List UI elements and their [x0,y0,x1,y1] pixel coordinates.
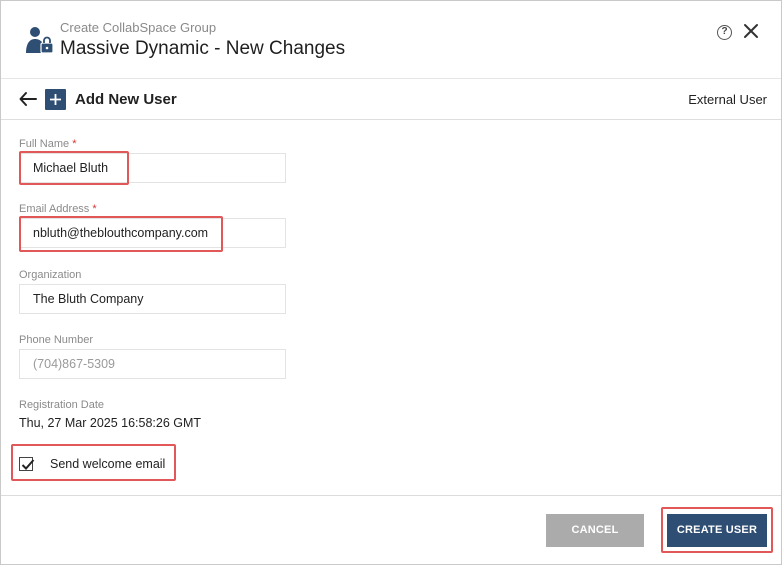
highlight-box [661,507,773,553]
registration-date-value: Thu, 27 Mar 2025 16:58:26 GMT [19,416,202,430]
close-icon[interactable] [743,23,759,39]
plus-icon [45,89,66,110]
back-arrow-icon[interactable] [18,90,38,108]
required-marker: * [72,138,77,150]
external-user-link[interactable]: External User [688,92,767,107]
email-label: Email Address * [19,203,97,215]
registration-date-label: Registration Date [19,399,104,411]
highlight-box [19,216,223,252]
user-lock-icon [26,27,54,54]
phone-label: Phone Number [19,334,93,346]
full-name-label: Full Name * [19,138,76,150]
phone-input[interactable]: (704)867-5309 [19,349,286,379]
highlight-box [11,444,176,481]
cancel-button[interactable]: CANCEL [546,514,644,547]
required-marker: * [92,203,97,215]
organization-input[interactable]: The Bluth Company [19,284,286,314]
dialog-title: Massive Dynamic - New Changes [60,38,346,59]
email-label-text: Email Address [19,203,90,215]
create-user-dialog: Create CollabSpace Group Massive Dynamic… [0,0,782,565]
highlight-box [19,151,129,185]
help-icon[interactable]: ? [717,25,732,40]
add-new-user-title: Add New User [75,91,177,108]
dialog-header: Create CollabSpace Group Massive Dynamic… [1,1,781,79]
add-user-toolbar: Add New User External User [1,80,781,120]
full-name-label-text: Full Name [19,138,70,150]
dialog-footer: CANCEL CREATE USER [1,495,781,565]
organization-label: Organization [19,269,82,281]
dialog-subtitle: Create CollabSpace Group [60,20,217,35]
